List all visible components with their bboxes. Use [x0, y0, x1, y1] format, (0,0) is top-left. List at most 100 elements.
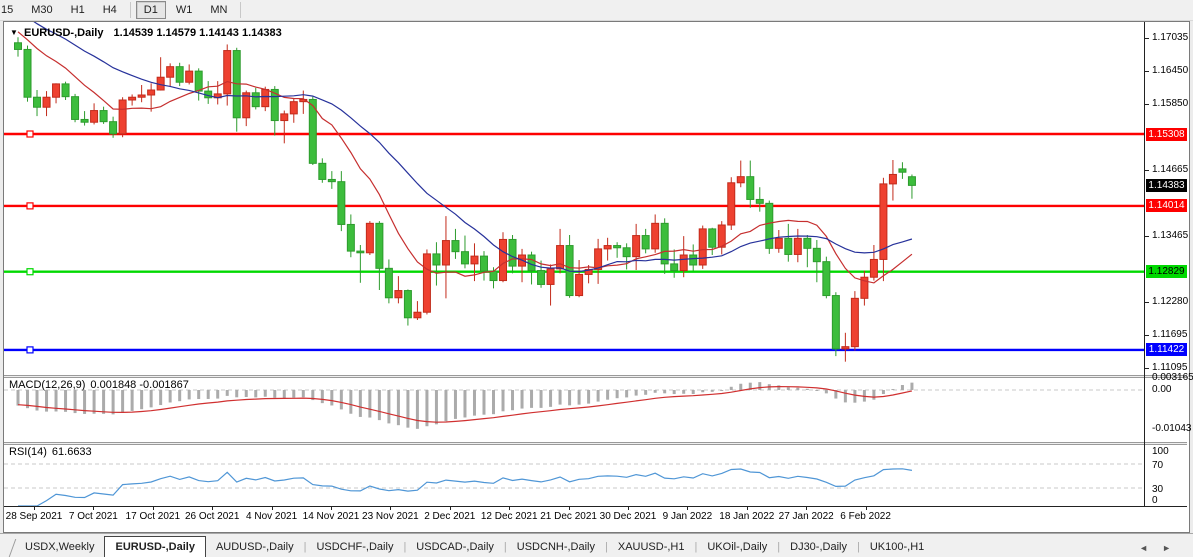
macd-axis-label: 0.003165 — [1152, 372, 1193, 383]
price-chart-canvas[interactable] — [4, 22, 1144, 507]
date-axis-label: 28 Sep 2021 — [6, 511, 63, 522]
rsi-axis-label: 70 — [1152, 460, 1163, 471]
rsi-indicator-label: RSI(14)61.6633 — [9, 446, 92, 458]
tab-bar-edge — [0, 539, 16, 557]
tab-scroll-arrows[interactable]: ◄► — [1139, 543, 1185, 557]
date-axis-label: 27 Jan 2022 — [779, 511, 834, 522]
price-axis-tick — [1145, 302, 1149, 303]
date-axis-label: 23 Nov 2021 — [362, 511, 419, 522]
price-axis-tick — [1145, 170, 1149, 171]
rsi-axis-label: 0 — [1152, 495, 1158, 506]
price-axis-label: 1.16450 — [1152, 65, 1188, 76]
date-axis-tick — [569, 506, 570, 510]
timeframe-button-15[interactable]: 15 — [0, 1, 21, 19]
tab-audusd-daily[interactable]: AUDUSD-,Daily — [206, 538, 304, 557]
hline-handle-1.15308[interactable] — [27, 131, 33, 137]
tab-usdchf-daily[interactable]: USDCHF-,Daily — [306, 538, 403, 557]
price-axis-label: 1.17035 — [1152, 32, 1188, 43]
tab-dj30-daily[interactable]: DJ30-,Daily — [780, 538, 857, 557]
tab-xauusd-h1[interactable]: XAUUSD-,H1 — [608, 538, 695, 557]
price-axis-tick — [1145, 104, 1149, 105]
date-axis-label: 21 Dec 2021 — [540, 511, 597, 522]
date-axis-tick — [806, 506, 807, 510]
price-badge-1.15308: 1.15308 — [1146, 128, 1187, 141]
rsi-axis-label: 100 — [1152, 446, 1169, 457]
date-axis-divider — [4, 506, 1187, 507]
date-axis: 28 Sep 2021 7 Oct 2021 17 Oct 2021 26 Oct 2… — [4, 508, 1144, 527]
date-axis-tick — [93, 506, 94, 510]
date-axis-label: 30 Dec 2021 — [600, 511, 657, 522]
price-axis-label: 1.14665 — [1152, 164, 1188, 175]
timeframe-button-M30[interactable]: M30 — [23, 1, 60, 19]
date-axis-label: 17 Oct 2021 — [126, 511, 180, 522]
price-badge-1.11422: 1.11422 — [1146, 343, 1187, 356]
timeframe-button-MN[interactable]: MN — [202, 1, 235, 19]
rsi-line — [18, 469, 912, 506]
chart-ohlc-values: 1.14539 1.14579 1.14143 1.14383 — [114, 27, 282, 39]
price-badge-1.14014: 1.14014 — [1146, 199, 1187, 212]
date-axis-tick — [272, 506, 273, 510]
tab-uk100-h1[interactable]: UK100-,H1 — [860, 538, 934, 557]
macd-indicator-label: MACD(12,26,9)0.001848 -0.001867 — [9, 379, 189, 391]
tab-eurusd-daily[interactable]: EURUSD-,Daily — [104, 536, 205, 557]
date-axis-tick — [450, 506, 451, 510]
tab-scroll-left-icon[interactable]: ◄ — [1139, 543, 1162, 553]
toolbar-separator — [130, 2, 131, 18]
hline-handle-1.12829[interactable] — [27, 269, 33, 275]
date-axis-label: 12 Dec 2021 — [481, 511, 538, 522]
date-axis-label: 18 Jan 2022 — [719, 511, 774, 522]
date-axis-tick — [509, 506, 510, 510]
hline-handle-1.14014[interactable] — [27, 203, 33, 209]
chart-tab-bar: USDX,WeeklyEURUSD-,DailyAUDUSD-,Daily|US… — [0, 533, 1193, 557]
macd-panel-divider[interactable] — [4, 375, 1187, 378]
price-axis-label: 1.11695 — [1152, 329, 1187, 340]
date-axis-label: 9 Jan 2022 — [663, 511, 713, 522]
toolbar-separator — [240, 2, 241, 18]
tab-scroll-right-icon[interactable]: ► — [1162, 543, 1185, 553]
date-axis-label: 7 Oct 2021 — [69, 511, 118, 522]
chart-title: ▼ EURUSD-,Daily 1.14539 1.14579 1.14143 … — [10, 27, 282, 39]
date-axis-tick — [687, 506, 688, 510]
hline-handle-1.11422[interactable] — [27, 347, 33, 353]
chart-symbol-label: EURUSD-,Daily — [24, 27, 103, 39]
tab-usdcad-daily[interactable]: USDCAD-,Daily — [406, 538, 504, 557]
ma-slow-line — [18, 22, 912, 271]
rsi-axis-label: 30 — [1152, 484, 1163, 495]
macd-axis-label: -0.01043 — [1152, 423, 1191, 434]
macd-axis-label: 0.00 — [1152, 384, 1171, 395]
date-axis-label: 4 Nov 2021 — [246, 511, 297, 522]
price-axis-tick — [1145, 335, 1149, 336]
price-axis-tick — [1145, 368, 1149, 369]
date-axis-tick — [390, 506, 391, 510]
date-axis-tick — [866, 506, 867, 510]
candlestick-series[interactable] — [15, 37, 916, 361]
tab-usdx-weekly[interactable]: USDX,Weekly — [15, 538, 104, 557]
date-axis-tick — [34, 506, 35, 510]
timeframe-button-H1[interactable]: H1 — [63, 1, 93, 19]
date-axis-tick — [212, 506, 213, 510]
date-axis-tick — [331, 506, 332, 510]
price-axis-tick — [1145, 71, 1149, 72]
horizontal-lines[interactable] — [4, 134, 1144, 350]
timeframe-toolbar: 15M30H1H4 D1W1MN — [0, 0, 1193, 21]
date-axis-label: 26 Oct 2021 — [185, 511, 239, 522]
timeframe-button-W1[interactable]: W1 — [168, 1, 201, 19]
tab-usdcnh-daily[interactable]: USDCNH-,Daily — [507, 538, 605, 557]
price-axis-label: 1.15850 — [1152, 98, 1188, 109]
rsi-panel-divider[interactable] — [4, 442, 1187, 445]
current-price-badge: 1.14383 — [1146, 179, 1187, 192]
price-badge-1.12829: 1.12829 — [1146, 265, 1187, 278]
tab-ukoil-daily[interactable]: UKOil-,Daily — [697, 538, 777, 557]
date-axis-tick — [747, 506, 748, 510]
symbol-dropdown-icon[interactable]: ▼ — [10, 28, 18, 37]
date-axis-tick — [628, 506, 629, 510]
price-axis-label: 1.12280 — [1152, 296, 1188, 307]
date-axis-label: 2 Dec 2021 — [424, 511, 475, 522]
price-axis-tick — [1145, 38, 1149, 39]
price-axis-label: 1.13465 — [1152, 230, 1188, 241]
date-axis-label: 6 Feb 2022 — [840, 511, 891, 522]
price-axis-divider — [1144, 22, 1145, 506]
timeframe-button-H4[interactable]: H4 — [95, 1, 125, 19]
chart-window: ▼ EURUSD-,Daily 1.14539 1.14579 1.14143 … — [3, 21, 1190, 533]
timeframe-button-D1[interactable]: D1 — [136, 1, 166, 19]
